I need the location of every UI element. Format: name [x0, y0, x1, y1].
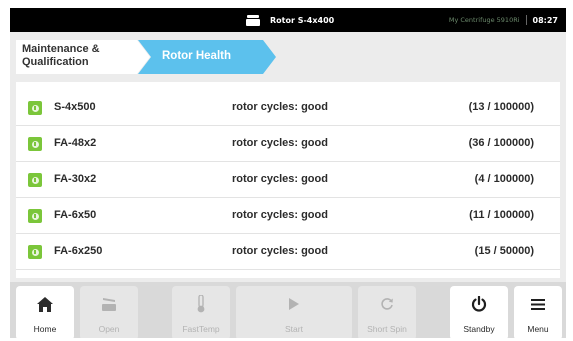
rotor-name: S-4x500: [54, 101, 96, 113]
rotor-status: rotor cycles: good: [232, 101, 328, 113]
breadcrumb-rotor-health-label: Rotor Health: [162, 50, 231, 62]
hamburger-menu-icon: [514, 296, 562, 312]
refresh-icon: [358, 296, 416, 312]
menu-label: Menu: [527, 324, 549, 334]
breadcrumb-rotor-health: Rotor Health: [138, 40, 276, 74]
rotor-lid-icon: [246, 14, 260, 26]
standby-label: Standby: [463, 324, 495, 334]
short-spin-button[interactable]: Short Spin: [358, 286, 416, 338]
info-icon: [28, 137, 42, 151]
list-item[interactable]: FA-48x2 rotor cycles: good (36 / 100000): [16, 126, 560, 162]
status-divider: [525, 15, 527, 25]
status-title-group: Rotor S-4x400: [246, 12, 334, 28]
play-icon: [236, 296, 352, 312]
lid-open-icon: [80, 296, 138, 312]
home-button[interactable]: Home: [16, 286, 74, 338]
open-label: Open: [98, 324, 120, 334]
thermometer-icon: [172, 295, 230, 313]
start-button[interactable]: Start: [236, 286, 352, 338]
list-item[interactable]: FA-30x2 rotor cycles: good (4 / 100000): [16, 162, 560, 198]
rotor-name: FA-30x2: [54, 173, 97, 185]
fasttemp-button[interactable]: FastTemp: [172, 286, 230, 338]
start-label: Start: [285, 324, 303, 334]
info-icon: [28, 101, 42, 115]
info-icon: [28, 209, 42, 223]
rotor-cycles: (36 / 100000): [468, 137, 534, 149]
home-icon: [16, 296, 74, 312]
info-icon: [28, 173, 42, 187]
breadcrumb: Maintenance & Qualification Rotor Health: [16, 40, 316, 74]
info-icon: [28, 245, 42, 259]
list-item[interactable]: S-4x500 rotor cycles: good (13 / 100000): [16, 90, 560, 126]
rotor-health-list: S-4x500 rotor cycles: good (13 / 100000)…: [16, 82, 560, 278]
clock: 08:27: [532, 15, 558, 25]
device-name: My Centrifuge 5910Ri: [448, 16, 520, 24]
status-right-group: My Centrifuge 5910Ri 08:27: [449, 12, 558, 28]
fasttemp-label: FastTemp: [182, 324, 220, 334]
centrifuge-screen: Rotor S-4x400 My Centrifuge 5910Ri 08:27…: [10, 8, 566, 338]
home-label: Home: [33, 324, 57, 334]
rotor-cycles: (4 / 100000): [474, 173, 534, 185]
bottom-nav: Home Open FastTemp Start Short Spin Stan…: [10, 282, 566, 338]
rotor-name: FA-48x2: [54, 137, 97, 149]
rotor-cycles: (13 / 100000): [468, 101, 534, 113]
menu-button[interactable]: Menu: [514, 286, 562, 338]
current-rotor-title: Rotor S-4x400: [270, 15, 335, 25]
short-spin-label: Short Spin: [367, 324, 407, 334]
rotor-status: rotor cycles: good: [232, 209, 328, 221]
rotor-status: rotor cycles: good: [232, 245, 328, 257]
power-icon: [450, 296, 508, 312]
rotor-cycles: (11 / 100000): [469, 209, 534, 221]
breadcrumb-maintenance-label: Maintenance & Qualification: [22, 43, 100, 68]
rotor-status: rotor cycles: good: [232, 173, 328, 185]
open-button[interactable]: Open: [80, 286, 138, 338]
standby-button[interactable]: Standby: [450, 286, 508, 338]
list-item[interactable]: FA-6x250 rotor cycles: good (15 / 50000): [16, 234, 560, 270]
status-bar: Rotor S-4x400 My Centrifuge 5910Ri 08:27: [10, 8, 566, 32]
rotor-cycles: (15 / 50000): [474, 245, 534, 257]
breadcrumb-maintenance[interactable]: Maintenance & Qualification: [16, 40, 150, 74]
rotor-name: FA-6x250: [54, 245, 103, 257]
rotor-status: rotor cycles: good: [232, 137, 328, 149]
list-item[interactable]: FA-6x50 rotor cycles: good (11 / 100000): [16, 198, 560, 234]
rotor-name: FA-6x50: [54, 209, 97, 221]
